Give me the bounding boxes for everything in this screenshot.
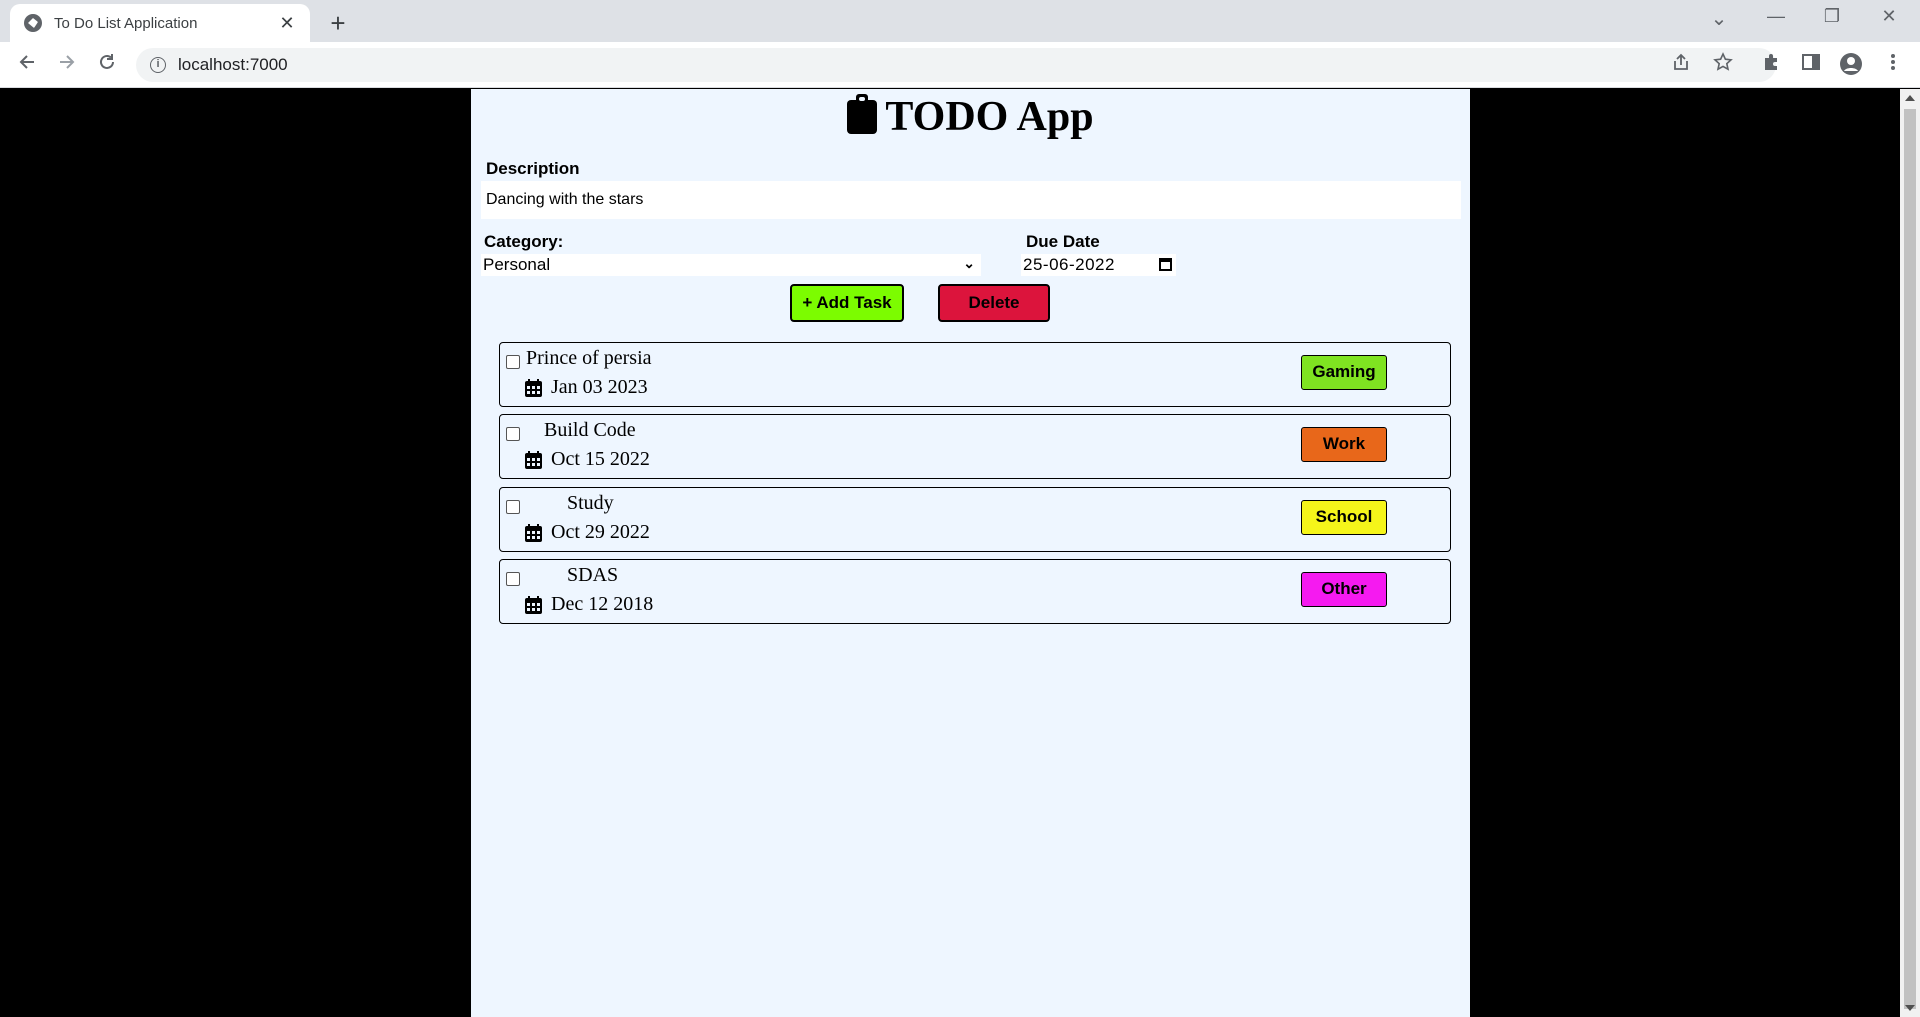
browser-toolbar: i localhost:7000 <box>0 42 1920 88</box>
page-viewport: TODO App Description Dancing with the st… <box>0 89 1900 1017</box>
task-name: SDAS <box>567 564 619 586</box>
menu-kebab-icon[interactable] <box>1880 52 1906 78</box>
category-badge: Work <box>1301 427 1387 462</box>
arrow-left-icon <box>19 55 34 69</box>
chevron-down-icon: ⌄ <box>963 255 975 271</box>
info-icon[interactable]: i <box>150 57 166 73</box>
tab-bar: To Do List Application ✕ + ⌄ — ❐ ✕ <box>0 0 1920 42</box>
side-panel-icon[interactable] <box>1798 52 1824 78</box>
task-item: Prince of persia Jan 03 2023 Gaming <box>499 342 1451 407</box>
task-date: Dec 12 2018 <box>551 593 654 615</box>
extensions-icon[interactable] <box>1758 52 1784 78</box>
description-input[interactable]: Dancing with the stars <box>481 181 1461 219</box>
globe-icon <box>24 14 42 32</box>
reload-icon <box>100 54 114 69</box>
category-select[interactable]: Personal ⌄ <box>481 254 981 276</box>
due-date-value: 25-06-2022 <box>1023 255 1115 274</box>
category-badge: School <box>1301 500 1387 535</box>
minimize-button[interactable]: — <box>1753 6 1799 27</box>
category-badge: Other <box>1301 572 1387 607</box>
calendar-icon <box>525 451 542 469</box>
delete-button[interactable]: Delete <box>938 284 1050 322</box>
task-date: Oct 15 2022 <box>551 448 650 470</box>
new-tab-button[interactable]: + <box>322 8 354 40</box>
task-checkbox[interactable] <box>506 500 520 514</box>
url-text: localhost:7000 <box>178 55 288 74</box>
category-badge: Gaming <box>1301 355 1387 390</box>
description-label: Description <box>486 159 580 178</box>
task-name: Build Code <box>544 419 636 441</box>
category-label: Category: <box>484 232 564 251</box>
share-icon[interactable] <box>1668 52 1694 78</box>
vertical-scrollbar[interactable] <box>1900 89 1920 1017</box>
title-text: TODO App <box>885 94 1094 140</box>
calendar-icon <box>525 379 542 397</box>
task-date: Jan 03 2023 <box>551 376 648 398</box>
task-item: Study Oct 29 2022 School <box>499 487 1451 552</box>
task-item: Build Code Oct 15 2022 Work <box>499 414 1451 479</box>
task-checkbox[interactable] <box>506 355 520 369</box>
tab-title: To Do List Application <box>54 14 198 32</box>
category-value: Personal <box>483 255 551 274</box>
scrollbar-thumb[interactable] <box>1904 109 1916 1009</box>
scroll-up-arrow-icon[interactable] <box>1905 95 1915 101</box>
task-date: Oct 29 2022 <box>551 521 650 543</box>
due-date-label: Due Date <box>1026 232 1100 251</box>
profile-avatar-icon[interactable] <box>1838 52 1864 78</box>
tab-search-icon[interactable]: ⌄ <box>1696 6 1742 31</box>
task-item: SDAS Dec 12 2018 Other <box>499 559 1451 624</box>
tab-close-icon[interactable]: ✕ <box>276 13 298 34</box>
forward-button[interactable] <box>52 50 82 80</box>
restore-button[interactable]: ❐ <box>1809 6 1855 27</box>
calendar-icon <box>525 596 542 614</box>
clipboard-icon <box>847 94 878 134</box>
todo-app: TODO App Description Dancing with the st… <box>471 89 1470 1017</box>
address-bar[interactable]: i localhost:7000 <box>136 48 1776 82</box>
arrow-right-icon <box>60 55 75 69</box>
reload-button[interactable] <box>92 50 122 80</box>
bookmark-star-icon[interactable] <box>1710 52 1736 78</box>
close-window-button[interactable]: ✕ <box>1866 6 1912 27</box>
page-title: TODO App <box>471 89 1470 141</box>
scroll-down-arrow-icon[interactable] <box>1905 1005 1915 1011</box>
task-name: Study <box>567 492 614 514</box>
browser-tab[interactable]: To Do List Application ✕ <box>10 4 310 42</box>
calendar-picker-icon[interactable] <box>1159 258 1172 271</box>
add-task-button[interactable]: + Add Task <box>790 284 904 322</box>
calendar-icon <box>525 524 542 542</box>
task-checkbox[interactable] <box>506 572 520 586</box>
back-button[interactable] <box>12 50 42 80</box>
task-name: Prince of persia <box>526 347 652 369</box>
task-checkbox[interactable] <box>506 427 520 441</box>
due-date-input[interactable]: 25-06-2022 <box>1021 254 1176 276</box>
